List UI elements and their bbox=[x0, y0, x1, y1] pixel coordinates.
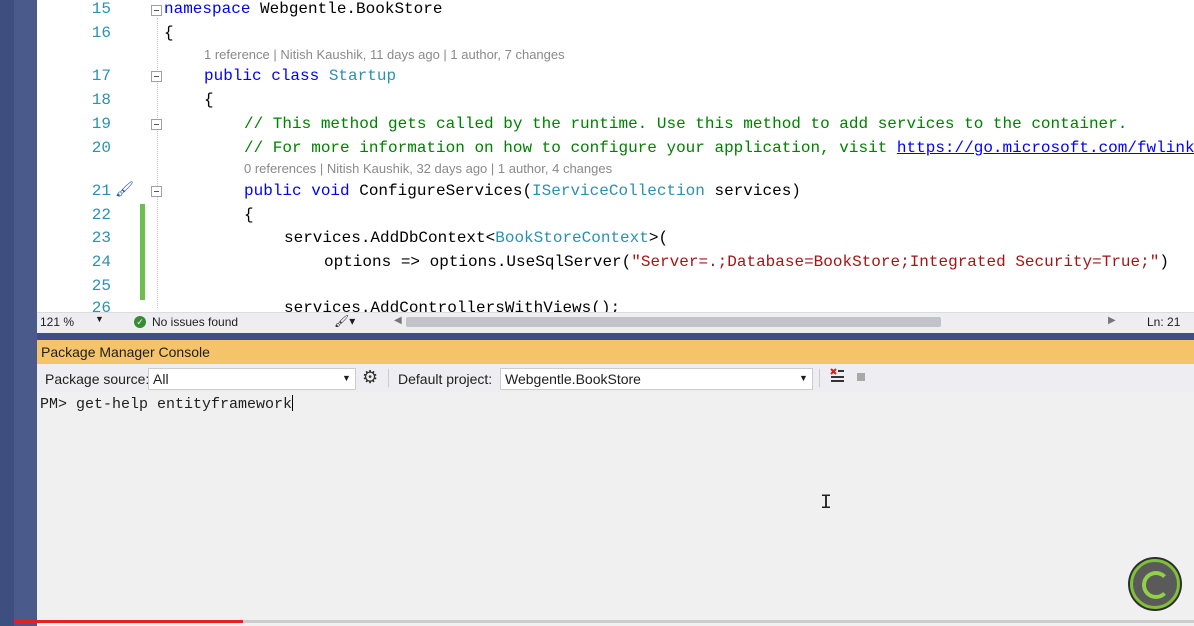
pmc-title: Package Manager Console bbox=[41, 344, 210, 360]
line-text: { bbox=[244, 206, 254, 224]
line-text: { bbox=[164, 24, 174, 42]
docs-link[interactable]: https://go.microsoft.com/fwlink bbox=[897, 139, 1194, 157]
code-line: 21 public void ConfigureServices(IServic… bbox=[37, 179, 1194, 203]
line-number: 23 bbox=[91, 229, 111, 247]
console-prompt[interactable]: PM> get-help entityframework bbox=[40, 395, 294, 413]
code-editor[interactable]: 15 namespace Webgentle.BookStore 16 { 1 … bbox=[37, 0, 1194, 312]
line-indicator: Ln: 21 bbox=[1147, 315, 1181, 329]
zoom-dropdown-icon[interactable]: ▼ bbox=[95, 314, 104, 324]
collapse-toggle[interactable] bbox=[151, 119, 162, 130]
line-number: 18 bbox=[91, 91, 111, 109]
line-text: services.AddControllersWithViews(); bbox=[284, 299, 621, 312]
toolbar-separator bbox=[819, 369, 820, 387]
line-number: 16 bbox=[91, 24, 111, 42]
codelens-info[interactable]: 0 references | Nitish Kaushik, 32 days a… bbox=[244, 160, 612, 178]
code-line: 17 public class Startup bbox=[37, 64, 1194, 88]
code-line: 20 // For more information on how to con… bbox=[37, 136, 1194, 160]
scroll-right-icon[interactable]: ▶ bbox=[1108, 315, 1116, 326]
line-text: { bbox=[204, 91, 214, 109]
default-project-label: Default project: bbox=[398, 371, 493, 387]
line-number: 15 bbox=[91, 0, 111, 18]
chevron-down-icon[interactable]: ▼ bbox=[799, 373, 808, 383]
code-line: 19 // This method gets called by the run… bbox=[37, 112, 1194, 136]
channel-logo bbox=[1130, 559, 1180, 609]
video-progress-bar[interactable] bbox=[14, 620, 1194, 623]
code-line: 15 namespace Webgentle.BookStore bbox=[37, 0, 1194, 21]
left-frame bbox=[0, 0, 37, 626]
line-text: // This method gets called by the runtim… bbox=[244, 115, 1128, 133]
stop-icon[interactable] bbox=[857, 373, 865, 381]
pmc-title-bar[interactable]: Package Manager Console bbox=[37, 340, 1194, 364]
code-line: 24 options => options.UseSqlServer("Serv… bbox=[37, 250, 1194, 274]
line-number: 20 bbox=[91, 139, 111, 157]
gear-icon[interactable]: ⚙ bbox=[362, 367, 378, 388]
toolbar-separator bbox=[388, 369, 389, 387]
text-caret bbox=[292, 395, 294, 411]
code-line: 23 services.AddDbContext<BookStoreContex… bbox=[37, 226, 1194, 250]
line-text: services.AddDbContext<BookStoreContext>( bbox=[284, 229, 669, 247]
line-number: 25 bbox=[91, 277, 111, 295]
scroll-left-icon[interactable]: ◀ bbox=[394, 315, 402, 326]
line-text: namespace Webgentle.BookStore bbox=[164, 0, 443, 18]
line-text: public class Startup bbox=[204, 67, 397, 85]
line-text: options => options.UseSqlServer("Server=… bbox=[324, 253, 1169, 271]
panel-divider[interactable] bbox=[37, 333, 1194, 340]
left-frame-edge bbox=[0, 0, 14, 626]
default-project-select[interactable]: Webgentle.BookStore bbox=[500, 368, 813, 390]
line-number: 24 bbox=[91, 253, 111, 271]
code-cleanup-icon[interactable]: 🖌▾ bbox=[334, 314, 355, 328]
package-source-label: Package source: bbox=[45, 371, 150, 387]
line-number: 17 bbox=[91, 67, 111, 85]
collapse-toggle[interactable] bbox=[151, 5, 162, 16]
horizontal-scrollbar[interactable] bbox=[406, 317, 941, 327]
issues-status[interactable]: No issues found bbox=[152, 315, 238, 329]
line-text: public void ConfigureServices(IServiceCo… bbox=[244, 182, 801, 200]
clear-console-icon[interactable] bbox=[829, 367, 845, 385]
codelens-info[interactable]: 1 reference | Nitish Kaushik, 11 days ag… bbox=[204, 46, 565, 64]
chevron-down-icon[interactable]: ▼ bbox=[342, 373, 351, 383]
line-number: 21 bbox=[91, 182, 111, 200]
zoom-level[interactable]: 121 % bbox=[40, 315, 74, 329]
code-line: 18 { bbox=[37, 88, 1194, 112]
line-text: // For more information on how to config… bbox=[244, 139, 1194, 157]
code-line: 16 { bbox=[37, 21, 1194, 45]
pmc-toolbar: Package source: All ▼ ⚙ Default project:… bbox=[37, 364, 1194, 392]
console-output[interactable]: PM> get-help entityframework I bbox=[37, 392, 1194, 626]
check-circle-icon: ✓ bbox=[134, 316, 146, 328]
code-line: 25 bbox=[37, 274, 1194, 298]
collapse-toggle[interactable] bbox=[151, 71, 162, 82]
line-number: 26 bbox=[91, 299, 111, 312]
code-line: 22 { bbox=[37, 203, 1194, 227]
paintbrush-icon[interactable]: 🖌 bbox=[115, 180, 134, 198]
line-number: 19 bbox=[91, 115, 111, 133]
collapse-toggle[interactable] bbox=[151, 186, 162, 197]
package-source-select[interactable]: All bbox=[148, 368, 356, 390]
text-cursor-icon: I bbox=[820, 492, 833, 515]
code-line: 26 services.AddControllersWithViews(); bbox=[37, 296, 1194, 312]
editor-status-bar: 121 % ▼ ✓ No issues found 🖌▾ ◀ ▶ Ln: 21 bbox=[37, 312, 1194, 333]
video-progress-fill bbox=[14, 620, 243, 623]
line-number: 22 bbox=[91, 206, 111, 224]
